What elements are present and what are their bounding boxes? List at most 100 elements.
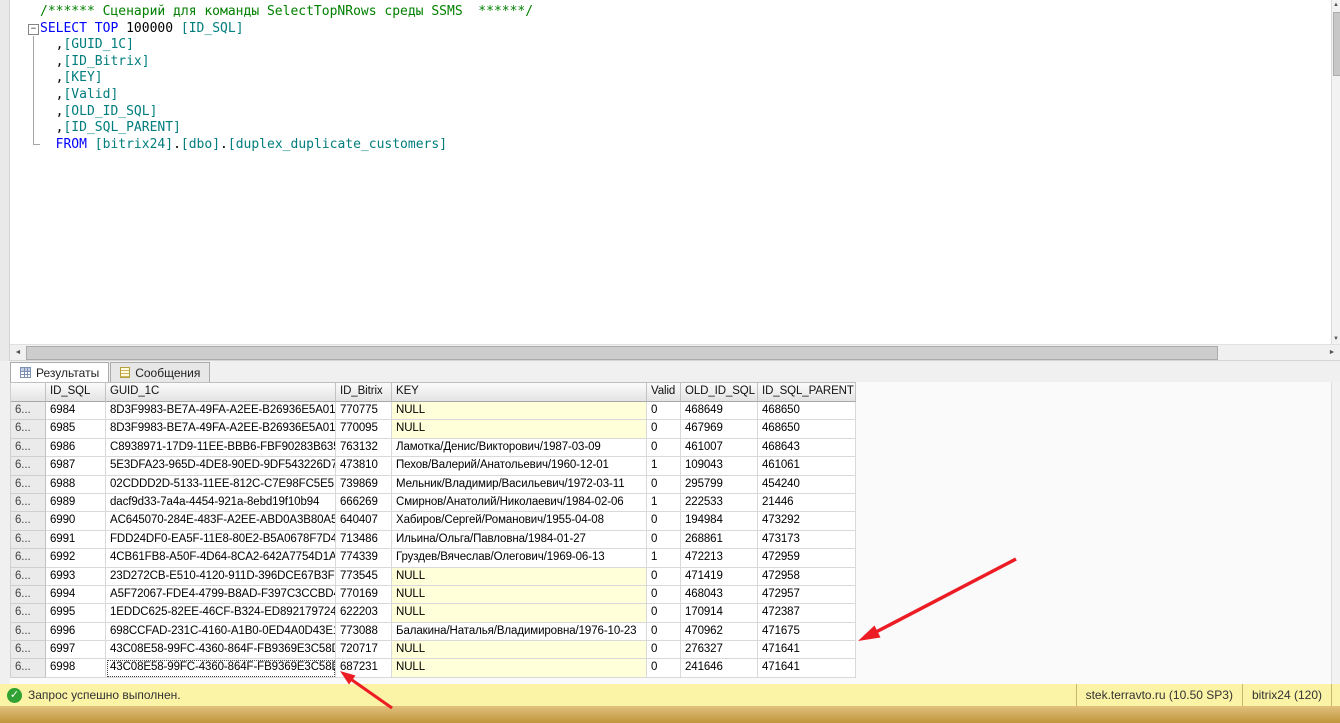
grid-cell[interactable]: NULL xyxy=(392,568,647,586)
grid-cell[interactable]: 471675 xyxy=(758,623,856,641)
row-header[interactable]: 6... xyxy=(11,531,46,549)
grid-cell[interactable]: 5E3DFA23-965D-4DE8-90ED-9DF543226D78 xyxy=(106,457,336,475)
grid-cell[interactable]: 194984 xyxy=(681,512,758,530)
row-header[interactable]: 6... xyxy=(11,586,46,604)
horizontal-scrollbar-thumb[interactable] xyxy=(26,346,1218,360)
grid-cell[interactable]: 0 xyxy=(647,439,681,457)
grid-cell[interactable]: 461061 xyxy=(758,457,856,475)
grid-cell[interactable]: 468650 xyxy=(758,402,856,420)
grid-cell[interactable]: 773088 xyxy=(336,623,392,641)
grid-cell[interactable]: 6986 xyxy=(46,439,106,457)
row-header[interactable]: 6... xyxy=(11,457,46,475)
row-header[interactable]: 6... xyxy=(11,402,46,420)
grid-cell[interactable]: 770775 xyxy=(336,402,392,420)
grid-cell[interactable]: 6987 xyxy=(46,457,106,475)
column-header[interactable]: Valid xyxy=(647,383,681,402)
grid-cell[interactable]: 170914 xyxy=(681,604,758,622)
column-header[interactable]: GUID_1C xyxy=(106,383,336,402)
grid-cell[interactable]: AC645070-284E-483F-A2EE-ABD0A3B80A52 xyxy=(106,512,336,530)
grid-cell[interactable]: 6991 xyxy=(46,531,106,549)
grid-cell[interactable]: 0 xyxy=(647,623,681,641)
grid-cell[interactable]: 1 xyxy=(647,549,681,567)
grid-cell[interactable]: 295799 xyxy=(681,476,758,494)
grid-cell[interactable]: 1 xyxy=(647,457,681,475)
row-header[interactable]: 6... xyxy=(11,549,46,567)
grid-cell[interactable]: 0 xyxy=(647,512,681,530)
grid-cell[interactable]: 471641 xyxy=(758,641,856,659)
grid-cell[interactable]: dacf9d33-7a4a-4454-921a-8ebd19f10b94 xyxy=(106,494,336,512)
grid-cell[interactable]: 0 xyxy=(647,604,681,622)
grid-cell[interactable]: 268861 xyxy=(681,531,758,549)
grid-cell[interactable]: 4CB61FB8-A50F-4D64-8CA2-642A7754D1A1 xyxy=(106,549,336,567)
tab-results[interactable]: Результаты xyxy=(10,362,109,382)
grid-cell[interactable]: 773545 xyxy=(336,568,392,586)
grid-cell[interactable]: 454240 xyxy=(758,476,856,494)
grid-cell[interactable]: 8D3F9983-BE7A-49FA-A2EE-B26936E5A01B xyxy=(106,402,336,420)
grid-cell[interactable]: 6997 xyxy=(46,641,106,659)
grid-cell[interactable]: 6995 xyxy=(46,604,106,622)
grid-cell[interactable]: 0 xyxy=(647,531,681,549)
grid-cell[interactable]: 0 xyxy=(647,420,681,438)
grid-cell[interactable]: 6984 xyxy=(46,402,106,420)
grid-cell[interactable]: 461007 xyxy=(681,439,758,457)
grid-cell[interactable]: 6998 xyxy=(46,659,106,677)
grid-cell[interactable]: 774339 xyxy=(336,549,392,567)
row-header[interactable]: 6... xyxy=(11,494,46,512)
editor-horizontal-scrollbar[interactable]: ◄ ► xyxy=(10,344,1340,361)
grid-cell[interactable]: 472957 xyxy=(758,586,856,604)
grid-cell[interactable]: 109043 xyxy=(681,457,758,475)
grid-cell[interactable]: 739869 xyxy=(336,476,392,494)
grid-cell[interactable]: 472387 xyxy=(758,604,856,622)
row-header[interactable]: 6... xyxy=(11,659,46,677)
row-header[interactable]: 6... xyxy=(11,512,46,530)
row-header[interactable]: 6... xyxy=(11,476,46,494)
grid-cell[interactable]: NULL xyxy=(392,420,647,438)
grid-cell[interactable]: 0 xyxy=(647,586,681,604)
grid-cell[interactable]: 241646 xyxy=(681,659,758,677)
grid-cell[interactable]: 6985 xyxy=(46,420,106,438)
grid-cell[interactable]: A5F72067-FDE4-4799-B8AD-F397C3CCBD44 xyxy=(106,586,336,604)
row-header[interactable]: 6... xyxy=(11,439,46,457)
grid-cell[interactable]: 720717 xyxy=(336,641,392,659)
grid-cell[interactable]: 471419 xyxy=(681,568,758,586)
grid-cell[interactable]: 472958 xyxy=(758,568,856,586)
grid-cell[interactable]: 6996 xyxy=(46,623,106,641)
vertical-scrollbar-thumb[interactable] xyxy=(1333,12,1340,76)
scroll-up-arrow-icon[interactable]: ▲ xyxy=(1332,0,1340,10)
column-header[interactable]: KEY xyxy=(392,383,647,402)
grid-cell[interactable]: 770169 xyxy=(336,586,392,604)
tab-messages[interactable]: Сообщения xyxy=(110,362,210,382)
grid-cell[interactable]: 698CCFAD-231C-4160-A1B0-0ED4A0D43E16 xyxy=(106,623,336,641)
grid-cell[interactable]: 6994 xyxy=(46,586,106,604)
grid-cell[interactable]: Балакина/Наталья/Владимировна/1976-10-23 xyxy=(392,623,647,641)
grid-cell[interactable]: 471641 xyxy=(758,659,856,677)
scroll-left-arrow-icon[interactable]: ◄ xyxy=(10,345,26,360)
grid-cell[interactable]: C8938971-17D9-11EE-BBB6-FBF90283B635 xyxy=(106,439,336,457)
grid-cell[interactable]: NULL xyxy=(392,641,647,659)
grid-cell[interactable]: 1EDDC625-82EE-46CF-B324-ED892179724C xyxy=(106,604,336,622)
grid-cell[interactable]: NULL xyxy=(392,604,647,622)
grid-cell[interactable]: NULL xyxy=(392,586,647,604)
column-header[interactable]: ID_SQL_PARENT xyxy=(758,383,856,402)
grid-cell[interactable]: 467969 xyxy=(681,420,758,438)
grid-cell[interactable]: 473810 xyxy=(336,457,392,475)
results-vertical-scrollbar[interactable] xyxy=(1331,382,1340,684)
grid-cell[interactable]: 1 xyxy=(647,494,681,512)
editor-vertical-scrollbar[interactable]: ▲ ▼ xyxy=(1331,0,1340,344)
grid-cell[interactable]: Пехов/Валерий/Анатольевич/1960-12-01 xyxy=(392,457,647,475)
grid-cell[interactable]: Хабиров/Сергей/Романович/1955-04-08 xyxy=(392,512,647,530)
sql-editor-pane[interactable]: − /****** Сценарий для команды SelectTop… xyxy=(10,0,1331,344)
column-header[interactable]: OLD_ID_SQL xyxy=(681,383,758,402)
grid-cell[interactable]: 222533 xyxy=(681,494,758,512)
grid-cell[interactable]: 470962 xyxy=(681,623,758,641)
grid-cell[interactable]: 6990 xyxy=(46,512,106,530)
grid-cell[interactable]: 0 xyxy=(647,568,681,586)
grid-cell[interactable]: 468649 xyxy=(681,402,758,420)
grid-cell[interactable]: 02CDDD2D-5133-11EE-812C-C7E98FC5E5... xyxy=(106,476,336,494)
grid-cell[interactable]: 770095 xyxy=(336,420,392,438)
grid-cell[interactable]: 0 xyxy=(647,659,681,677)
grid-cell[interactable]: 622203 xyxy=(336,604,392,622)
code-collapse-toggle[interactable]: − xyxy=(28,24,39,35)
row-header[interactable]: 6... xyxy=(11,623,46,641)
grid-cell[interactable]: 23D272CB-E510-4120-911D-396DCE67B3F6 xyxy=(106,568,336,586)
